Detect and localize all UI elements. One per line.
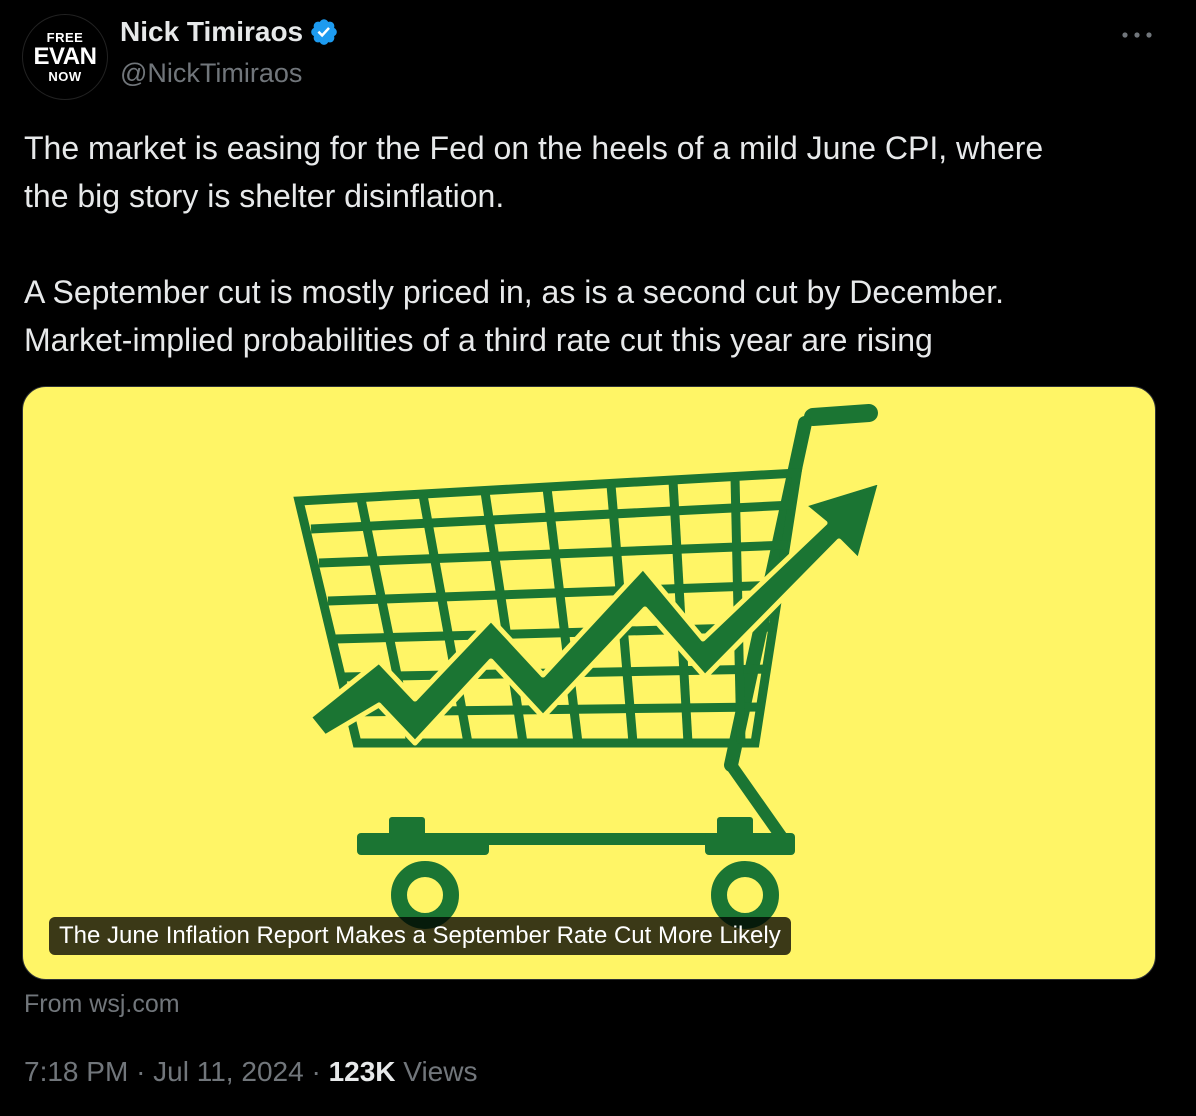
card-source[interactable]: From wsj.com <box>24 990 180 1019</box>
tweet-line: A September cut is mostly priced in, as … <box>24 274 1004 310</box>
views-count: 123K <box>328 1056 396 1087</box>
author-name[interactable]: Nick Timiraos <box>120 16 303 48</box>
card-caption: The June Inflation Report Makes a Septem… <box>49 917 791 955</box>
meta-separator: · <box>311 1056 321 1087</box>
meta-separator: · <box>136 1056 146 1087</box>
avatar[interactable]: FREE EVAN NOW <box>22 14 108 100</box>
more-options-icon[interactable] <box>1117 22 1157 48</box>
verified-badge-icon <box>311 19 337 45</box>
tweet-meta: 7:18 PM · Jul 11, 2024 · 123K Views <box>24 1056 477 1088</box>
shopping-cart-icon <box>293 404 884 929</box>
tweet-time[interactable]: 7:18 PM <box>24 1056 128 1087</box>
link-card[interactable]: The June Inflation Report Makes a Septem… <box>22 386 1156 980</box>
author-handle[interactable]: @NickTimiraos <box>120 58 302 89</box>
tweet-text: The market is easing for the Fed on the … <box>24 124 1164 364</box>
tweet-date[interactable]: Jul 11, 2024 <box>153 1056 304 1087</box>
tweet-line: Market-implied probabilities of a third … <box>24 322 933 358</box>
tweet-line: The market is easing for the Fed on the … <box>24 130 1044 166</box>
views-label: Views <box>403 1056 478 1087</box>
tweet-line: the big story is shelter disinflation. <box>24 178 505 214</box>
avatar-text-evan: EVAN <box>33 43 97 70</box>
avatar-text-now: NOW <box>48 69 82 84</box>
author-name-row: Nick Timiraos <box>120 16 339 48</box>
